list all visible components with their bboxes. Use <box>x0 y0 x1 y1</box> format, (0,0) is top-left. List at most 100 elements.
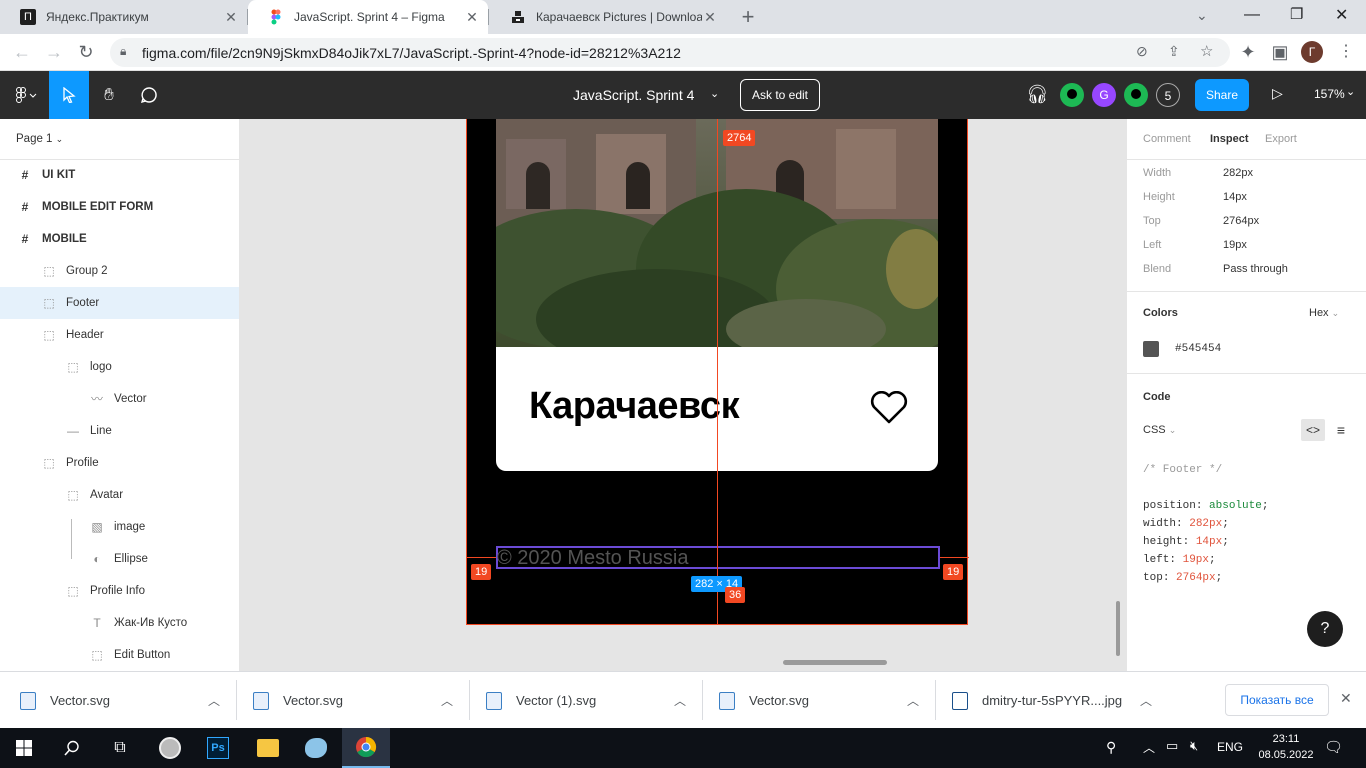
code-language-select[interactable]: CSS ⌄ <box>1143 424 1176 436</box>
menu-dots-icon[interactable]: ⋮ <box>1334 40 1358 64</box>
chrome-icon[interactable] <box>342 728 390 768</box>
forward-icon[interactable]: → <box>42 40 66 64</box>
layer-item[interactable]: ⬚ Footer <box>0 287 239 319</box>
layer-item[interactable]: ⬚ Header <box>0 319 239 351</box>
restore-icon[interactable]: ❐ <box>1290 5 1303 23</box>
show-all-downloads-button[interactable]: Показать все <box>1225 684 1329 716</box>
yandex-browser-icon[interactable] <box>146 728 194 768</box>
chevron-up-icon[interactable]: ︿ <box>1140 692 1152 709</box>
tab-comment[interactable]: Comment <box>1143 133 1191 145</box>
card-title[interactable]: Карачаевск <box>529 385 740 428</box>
battery-icon[interactable]: ▭ <box>1166 738 1178 754</box>
property-value[interactable]: 19px <box>1223 239 1247 251</box>
property-value[interactable]: 14px <box>1223 191 1247 203</box>
footer-text[interactable]: © 2020 Mesto Russia <box>497 547 689 570</box>
heart-icon[interactable] <box>870 390 908 430</box>
layer-item[interactable]: ⬚ Edit Button <box>0 639 239 671</box>
share-button[interactable]: Share <box>1195 79 1249 111</box>
avatar[interactable] <box>1124 83 1148 107</box>
download-item[interactable]: Vector (1).svg ︿ <box>486 672 686 729</box>
extensions-icon[interactable]: ✦ <box>1236 40 1260 64</box>
windows-start-icon[interactable] <box>0 728 48 768</box>
layer-item[interactable]: 〰 Vector <box>0 383 239 415</box>
layer-item[interactable]: ⬚ Group 2 <box>0 255 239 287</box>
chevron-up-icon[interactable]: ︿ <box>441 692 453 709</box>
reload-icon[interactable]: ↻ <box>74 40 98 64</box>
chevron-up-icon[interactable]: ︿ <box>208 692 220 709</box>
search-icon[interactable] <box>48 728 96 768</box>
tab-inspect[interactable]: Inspect <box>1210 133 1249 145</box>
tab-unsplash[interactable]: Карачаевск Pictures | Download ✕ <box>490 0 726 34</box>
audio-headphones-icon[interactable]: 🎧︎ <box>1026 84 1049 105</box>
share-page-icon[interactable]: ⇪ <box>1168 43 1180 60</box>
vertical-scrollbar[interactable] <box>1116 601 1120 656</box>
color-format-select[interactable]: Hex ⌄ <box>1309 307 1339 319</box>
canvas[interactable]: Карачаевск © 2020 Mesto Russia 2764 19 1… <box>240 119 1126 671</box>
close-icon[interactable]: ✕ <box>702 9 718 26</box>
chevron-down-icon[interactable]: ⌄ <box>710 87 719 100</box>
side-panel-icon[interactable]: ▣ <box>1268 40 1292 64</box>
layer-item[interactable]: ▧ image <box>0 511 239 543</box>
download-item[interactable]: dmitry-tur-5sPYYR....jpg ︿ <box>952 672 1152 729</box>
tab-practicum[interactable]: П Яндекс.Практикум ✕ <box>0 0 247 34</box>
help-button[interactable]: ? <box>1307 611 1343 647</box>
property-value[interactable]: 2764px <box>1223 215 1259 227</box>
more-collaborators-count[interactable]: 5 <box>1156 83 1180 107</box>
layer-item[interactable]: # MOBILE EDIT FORM <box>0 191 239 223</box>
file-explorer-icon[interactable] <box>244 728 292 768</box>
color-swatch[interactable] <box>1143 341 1159 357</box>
layer-item[interactable]: — Line <box>0 415 239 447</box>
tab-export[interactable]: Export <box>1265 133 1297 145</box>
chevron-up-icon[interactable]: ︿ <box>674 692 686 709</box>
close-icon[interactable]: ✕ <box>223 9 239 26</box>
list-view-icon[interactable]: ≡ <box>1331 419 1351 441</box>
task-view-icon[interactable]: ⧉ <box>96 728 144 768</box>
notifications-icon[interactable]: 🗨︎ <box>1324 738 1343 756</box>
layer-item[interactable]: ⬚ logo <box>0 351 239 383</box>
close-icon[interactable]: ✕ <box>464 9 480 26</box>
hand-tool-icon[interactable]: ✋︎ <box>89 71 129 119</box>
layer-item[interactable]: T Жак-Ив Кусто <box>0 607 239 639</box>
chevron-down-icon[interactable]: ⌄ <box>1346 85 1355 98</box>
back-icon[interactable]: ← <box>10 40 34 64</box>
horizontal-scrollbar[interactable] <box>783 660 887 665</box>
address-bar[interactable]: 🔒︎ figma.com/file/2cn9N9jSkmxD84oJik7xL7… <box>110 38 1230 67</box>
download-item[interactable]: Vector.svg ︿ <box>253 672 453 729</box>
bookmark-star-icon[interactable]: ☆ <box>1200 42 1213 60</box>
layer-item[interactable]: ⬚ Avatar <box>0 479 239 511</box>
zoom-level[interactable]: 157% <box>1314 87 1345 101</box>
present-play-icon[interactable]: ▷ <box>1272 85 1283 102</box>
property-value[interactable]: 282px <box>1223 167 1253 179</box>
photoshop-icon[interactable]: Ps <box>194 728 242 768</box>
people-icon[interactable]: ⚲ <box>1106 739 1116 756</box>
ask-to-edit-button[interactable]: Ask to edit <box>740 79 820 111</box>
layer-item[interactable]: ◐ Ellipse <box>0 543 239 575</box>
download-item[interactable]: Vector.svg ︿ <box>20 672 220 729</box>
layer-item[interactable]: ⬚ Profile <box>0 447 239 479</box>
code-view-icon[interactable]: <> <box>1301 419 1325 441</box>
layer-item[interactable]: # UI KIT <box>0 159 239 191</box>
tab-search-icon[interactable]: ⌄ <box>1196 7 1208 24</box>
color-hex[interactable]: #545454 <box>1175 343 1221 355</box>
clock-date[interactable]: 08.05.2022 <box>1256 749 1316 761</box>
layer-item[interactable]: # MOBILE <box>0 223 239 255</box>
profile-avatar[interactable]: Г <box>1301 41 1323 63</box>
comment-tool-icon[interactable] <box>129 71 169 119</box>
figma-menu-icon[interactable] <box>4 71 48 119</box>
minimize-icon[interactable]: — <box>1244 6 1260 24</box>
file-title[interactable]: JavaScript. Sprint 4 <box>573 87 694 103</box>
close-icon[interactable]: ✕ <box>1340 690 1352 707</box>
avatar[interactable]: G <box>1092 83 1116 107</box>
new-tab-button[interactable]: + <box>736 5 760 29</box>
avatar[interactable] <box>1060 83 1084 107</box>
tab-figma[interactable]: JavaScript. Sprint 4 – Figma ✕ <box>248 0 488 34</box>
volume-muted-icon[interactable]: 🔇︎ <box>1190 738 1198 754</box>
page-selector[interactable]: Page 1 ⌄ <box>16 133 63 145</box>
language-indicator[interactable]: ENG <box>1217 740 1243 754</box>
eye-off-icon[interactable]: ⊘ <box>1136 43 1148 60</box>
mobile-frame[interactable]: Карачаевск © 2020 Mesto Russia 2764 19 1… <box>466 119 969 625</box>
paint-icon[interactable] <box>292 728 340 768</box>
download-item[interactable]: Vector.svg ︿ <box>719 672 919 729</box>
layer-item[interactable]: ⬚ Profile Info <box>0 575 239 607</box>
property-value[interactable]: Pass through <box>1223 263 1288 275</box>
